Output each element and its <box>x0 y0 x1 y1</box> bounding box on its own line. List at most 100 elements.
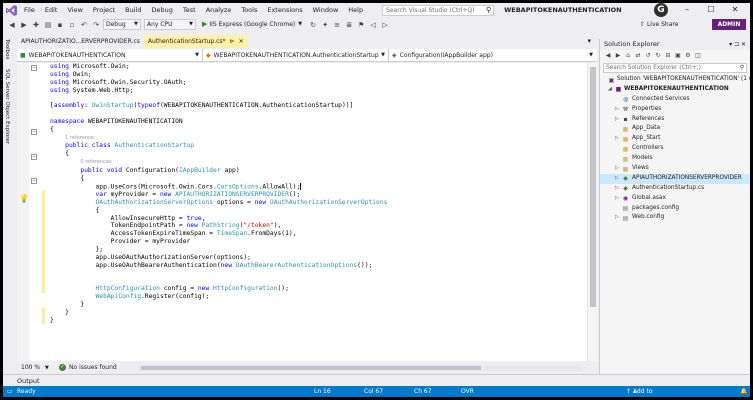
menu-extensions[interactable]: Extensions <box>262 3 307 17</box>
collapse-icon[interactable]: − <box>31 178 37 184</box>
type-dropdown[interactable]: ◆ WEBAPITOKENAUTHENTICATION.Authenticati… <box>203 49 389 62</box>
scrollbar-thumb[interactable] <box>590 67 596 307</box>
show-all-files-icon[interactable]: ▣ <box>674 52 682 60</box>
menu-analyze[interactable]: Analyze <box>201 3 237 17</box>
refresh-icon[interactable]: ↻ <box>308 20 318 30</box>
collapse-icon[interactable]: − <box>31 129 37 135</box>
toolbox-tab[interactable]: Toolbox <box>4 39 10 60</box>
tree-item-references[interactable]: ▷ ▪ References <box>600 115 750 125</box>
editor-horizontal-scrollbar[interactable] <box>136 364 583 371</box>
new-project-icon[interactable]: ✚ <box>31 20 41 30</box>
forward-icon[interactable]: ▶ <box>614 52 622 60</box>
tab-overflow-icon[interactable]: ▾ <box>587 35 591 48</box>
issues-indicator[interactable]: ✓ No issues found <box>59 364 117 371</box>
collapse-icon[interactable]: − <box>31 65 37 71</box>
tree-item-solution[interactable]: ▣ Solution 'WEBAPITOKENAUTHENTICATION' (… <box>600 75 750 85</box>
tree-item-authenticationstartup[interactable]: ▷ ◆ AuthenticationStartup.cs <box>600 184 750 194</box>
expanded-arrow-icon[interactable]: ◢ <box>608 85 612 95</box>
forward-icon[interactable]: ▶ <box>19 20 29 30</box>
collapsed-arrow-icon[interactable]: ▷ <box>615 174 619 184</box>
uncomment-icon[interactable]: ≣ <box>344 20 354 30</box>
tree-item-controllers[interactable]: ■ Controllers <box>600 144 750 154</box>
menu-debug[interactable]: Debug <box>147 3 178 17</box>
collapsed-arrow-icon[interactable]: ▷ <box>615 115 619 125</box>
tree-item-apiauthorizationserverprovider[interactable]: ▷ ◆ APIAUTHORIZATIONSERVERPROVIDER <box>600 173 750 184</box>
collapsed-arrow-icon[interactable]: ▷ <box>615 184 619 194</box>
codelens-references[interactable]: 1 reference <box>65 135 94 141</box>
properties-icon[interactable]: ⚙ <box>684 52 692 60</box>
comment-icon[interactable]: ≡ <box>332 20 342 30</box>
menu-help[interactable]: Help <box>343 3 368 17</box>
menu-build[interactable]: Build <box>120 3 146 17</box>
global-search-input[interactable]: Search Visual Studio (Ctrl+Q) ⚲ <box>382 4 495 16</box>
solution-platform-select[interactable]: Any CPU ▼ <box>144 19 196 30</box>
maximize-icon[interactable]: ☐ <box>699 3 723 17</box>
tree-item-models[interactable]: ■ Models <box>600 154 750 164</box>
codelens-references[interactable]: 0 references <box>80 159 111 165</box>
tree-item-web-config[interactable]: ▷ ▤ Web.config <box>600 213 750 223</box>
bell-icon[interactable]: 🔔 <box>740 386 747 397</box>
menu-edit[interactable]: Edit <box>40 3 63 17</box>
back-icon[interactable]: ◀ <box>7 20 17 30</box>
history-icon[interactable]: ↺ <box>644 52 652 60</box>
tree-item-properties[interactable]: ▷ ⚒ Properties <box>600 105 750 115</box>
back-icon[interactable]: ◀ <box>604 52 612 60</box>
tree-item-connected-services[interactable]: ◍ Connected Services <box>600 95 750 105</box>
panel-controls-icon[interactable]: ▾ ⊐ ✕ <box>729 39 746 50</box>
home-icon[interactable]: ⌂ <box>624 52 632 60</box>
tree-item-project[interactable]: ◢ ■ WEBAPITOKENAUTHENTICATION <box>600 85 750 95</box>
tree-item-app-start[interactable]: ▷ ■ App_Start <box>600 134 750 144</box>
member-dropdown[interactable]: ◈ Configuration(IAppBuilder app) ▼ <box>389 49 596 62</box>
menu-file[interactable]: File <box>19 3 40 17</box>
tree-item-views[interactable]: ▷ ■ Views <box>600 164 750 174</box>
solution-explorer-search-input[interactable]: Search Solution Explorer (Ctrl+;) ⚲ <box>603 63 747 73</box>
output-tab[interactable]: Output <box>17 376 40 386</box>
pin-icon[interactable]: ⊳ <box>230 35 235 48</box>
live-share-button[interactable]: ⇧ Live Share <box>640 17 678 32</box>
start-debugging-button[interactable]: ▶ IIS Express (Google Chrome) ▼ <box>199 19 305 30</box>
project-dropdown[interactable]: ■ WEBAPITOKENAUTHENTICATION ▼ <box>17 49 203 62</box>
menu-test[interactable]: Test <box>178 3 201 17</box>
refresh-icon[interactable]: ↻ <box>654 52 662 60</box>
sql-server-object-explorer-tab[interactable]: SQL Server Object Explorer <box>4 69 10 144</box>
tree-item-app-data[interactable]: ■ App_Data <box>600 124 750 134</box>
fire-icon[interactable]: ✦ <box>320 20 330 30</box>
undo-icon[interactable]: ↶ <box>79 20 89 30</box>
collapse-all-icon[interactable]: ⊟ <box>664 52 672 60</box>
collapsed-arrow-icon[interactable]: ▷ <box>615 164 619 174</box>
bookmark-icon[interactable]: ⚑ <box>356 20 366 30</box>
save-all-icon[interactable]: ▫ <box>67 20 77 30</box>
save-icon[interactable]: ▪ <box>55 20 65 30</box>
tab-apiauthorizationserverprovider[interactable]: APIAUTHORIZATIO...ERVERPROVIDER.cs <box>17 35 144 48</box>
editor-vertical-scrollbar[interactable] <box>587 63 597 361</box>
scrollbar-thumb[interactable] <box>140 365 481 370</box>
menu-tools[interactable]: Tools <box>236 3 262 17</box>
preview-icon[interactable]: ◫ <box>694 52 702 60</box>
sync-icon[interactable]: ⇄ <box>634 52 642 60</box>
code-text[interactable]: using Microsoft.Owin; using Owin; using … <box>50 63 570 324</box>
tab-authenticationstartup[interactable]: AuthenticationStartup.cs* ⊳ ✕ <box>143 35 248 48</box>
redo-icon[interactable]: ↷ <box>91 20 101 30</box>
next-bookmark-icon[interactable]: ▷ <box>380 20 390 30</box>
zoom-select[interactable]: 100 % ▼ <box>17 364 51 371</box>
tree-item-packages-config[interactable]: ▤ packages.config <box>600 204 750 214</box>
collapsed-arrow-icon[interactable]: ▷ <box>615 134 619 144</box>
menu-window[interactable]: Window <box>308 3 344 17</box>
collapsed-arrow-icon[interactable]: ▷ <box>615 213 619 223</box>
lightbulb-icon[interactable]: 💡 <box>19 194 29 203</box>
collapsed-arrow-icon[interactable]: ▷ <box>615 194 619 204</box>
close-tab-icon[interactable]: ✕ <box>239 35 244 48</box>
add-to-source-control-button[interactable]: ↑ Add to Source Control ▴ <box>626 386 652 397</box>
menu-project[interactable]: Project <box>88 3 120 17</box>
collapse-icon[interactable]: − <box>31 154 37 160</box>
open-folder-icon[interactable]: ▤ <box>43 20 53 30</box>
solution-configuration-select[interactable]: Debug ▼ <box>103 19 141 30</box>
user-avatar[interactable]: G <box>654 3 668 17</box>
prev-bookmark-icon[interactable]: ◁ <box>368 20 378 30</box>
tree-item-global-asax[interactable]: ▷ ◉ Global.asax <box>600 194 750 204</box>
collapsed-arrow-icon[interactable]: ▷ <box>615 105 619 115</box>
minimize-icon[interactable]: – <box>675 3 699 17</box>
close-icon[interactable]: ✕ <box>723 3 747 17</box>
code-editor[interactable]: 💡 − − − − using Microsoft.Owin; using Ow… <box>17 63 597 361</box>
menu-view[interactable]: View <box>62 3 87 17</box>
